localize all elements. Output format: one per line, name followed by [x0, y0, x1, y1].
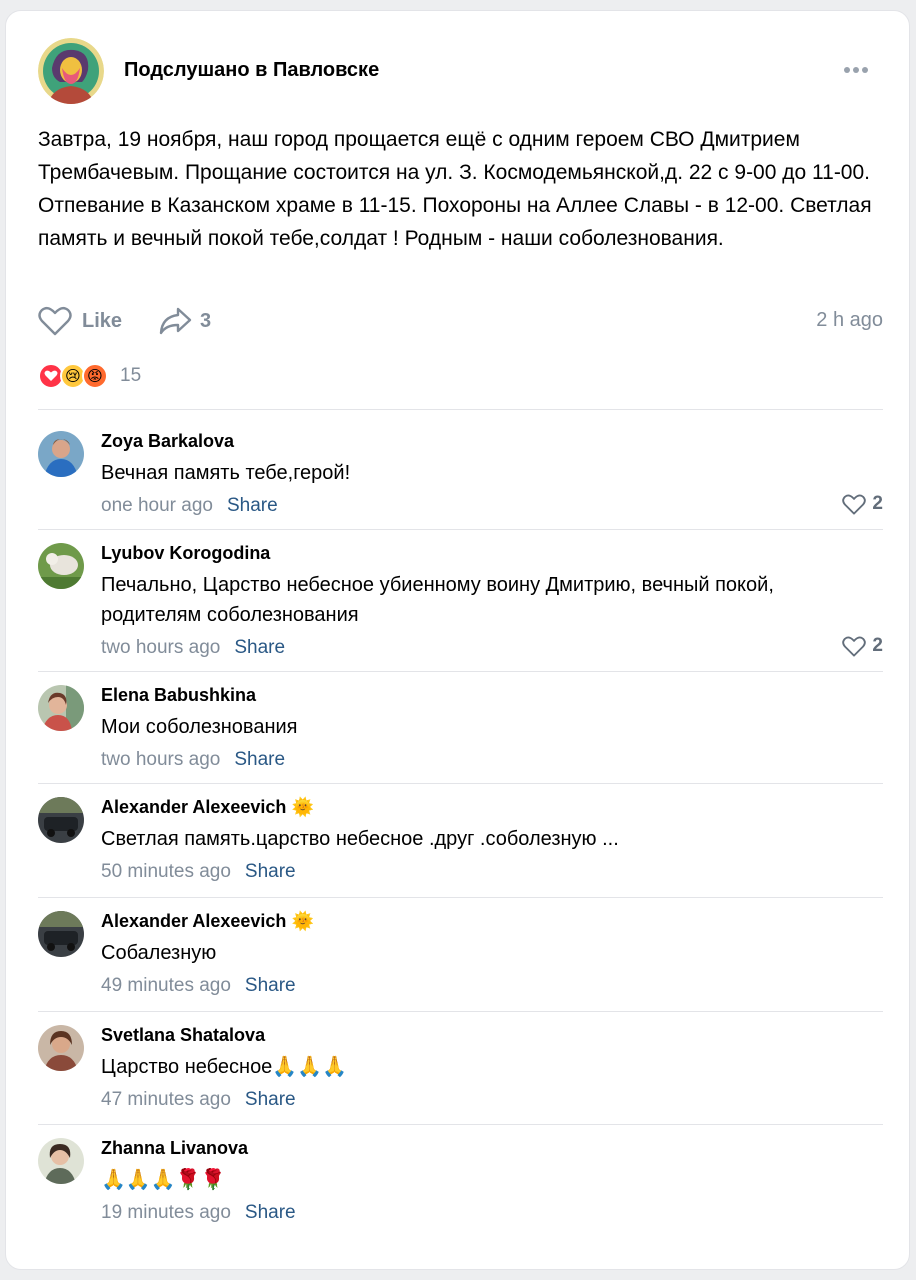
- comment-like-button[interactable]: 2: [842, 635, 883, 657]
- comment-like-count: 2: [872, 635, 883, 656]
- sun-icon: 🌞: [291, 797, 314, 817]
- divider: [38, 1124, 883, 1125]
- reaction-count: 15: [120, 365, 142, 386]
- comment-share-link[interactable]: Share: [234, 637, 285, 658]
- comment: Alexander Alexeevich 🌞 Светлая память.ца…: [38, 797, 883, 887]
- avatar[interactable]: [38, 431, 84, 477]
- comment-author[interactable]: Svetlana Shatalova: [101, 1025, 265, 1046]
- comment-text: Вечная память тебе,герой!: [101, 462, 351, 484]
- heart-outline-icon: [842, 494, 867, 515]
- comment-text: Царство небесное🙏🙏🙏: [101, 1056, 348, 1078]
- sun-icon: 🌞: [291, 911, 314, 931]
- comment-meta: two hours ago Share: [101, 637, 285, 659]
- like-label: Like: [82, 309, 123, 332]
- heart-outline-icon: [38, 306, 72, 336]
- comment-time[interactable]: one hour ago: [101, 495, 213, 516]
- comment-time[interactable]: two hours ago: [101, 749, 220, 770]
- comment-time[interactable]: 50 minutes ago: [101, 861, 231, 882]
- comment-share-link[interactable]: Share: [227, 495, 278, 516]
- comment-share-link[interactable]: Share: [245, 861, 296, 882]
- comment-like-count: 2: [872, 493, 883, 514]
- comment-time[interactable]: 19 minutes ago: [101, 1202, 231, 1223]
- avatar[interactable]: [38, 1138, 84, 1184]
- comment-share-link[interactable]: Share: [234, 749, 285, 770]
- comment-text: Собалезную: [101, 942, 217, 964]
- comment-like-button[interactable]: 2: [842, 493, 883, 515]
- divider: [38, 671, 883, 672]
- divider: [38, 1011, 883, 1012]
- comment: Zhanna Livanova 🙏🙏🙏🌹🌹 19 minutes ago Shar…: [38, 1138, 883, 1228]
- group-name[interactable]: Подслушано в Павловске: [124, 59, 379, 82]
- heart-outline-icon: [842, 636, 867, 657]
- comment: Alexander Alexeevich 🌞 Собалезную 49 min…: [38, 911, 883, 1001]
- comment-meta: one hour ago Share: [101, 495, 278, 517]
- share-arrow-icon: [159, 307, 192, 335]
- post-header: Подслушано в Павловске: [38, 38, 878, 104]
- share-button[interactable]: 3: [158, 303, 211, 339]
- comment: Zoya Barkalova Вечная память тебе,герой!…: [38, 431, 883, 521]
- comment-text: Печально, Царство небесное убиенному вои…: [101, 574, 774, 626]
- comment-text: Светлая память.царство небесное .друг .с…: [101, 828, 619, 850]
- comment-share-link[interactable]: Share: [245, 975, 296, 996]
- comment-time[interactable]: 49 minutes ago: [101, 975, 231, 996]
- avatar[interactable]: [38, 1025, 84, 1071]
- comment: Svetlana Shatalova Царство небесное🙏🙏🙏 4…: [38, 1025, 883, 1115]
- comment: Elena Babushkina Мои соболезнования two …: [38, 685, 883, 775]
- divider: [38, 409, 883, 410]
- comment-meta: two hours ago Share: [101, 749, 285, 771]
- comment-author[interactable]: Alexander Alexeevich 🌞: [101, 797, 314, 818]
- comment-meta: 50 minutes ago Share: [101, 861, 296, 883]
- more-options-icon[interactable]: [844, 60, 874, 80]
- comment-text: 🙏🙏🙏🌹🌹: [101, 1169, 226, 1191]
- comment-author[interactable]: Zoya Barkalova: [101, 431, 234, 452]
- avatar[interactable]: [38, 543, 84, 589]
- divider: [38, 897, 883, 898]
- divider: [38, 783, 883, 784]
- share-count: 3: [200, 309, 212, 332]
- comment-author[interactable]: Elena Babushkina: [101, 685, 256, 706]
- group-avatar[interactable]: [38, 38, 104, 104]
- comment-meta: 19 minutes ago Share: [101, 1202, 296, 1224]
- reactions-summary[interactable]: 😢 😡 15: [38, 361, 141, 391]
- comment-share-link[interactable]: Share: [245, 1089, 296, 1110]
- comment-time[interactable]: two hours ago: [101, 637, 220, 658]
- post-text: Завтра, 19 ноября, наш город прощается е…: [38, 128, 872, 250]
- post-actions: Like 3 2 h ago: [38, 303, 883, 343]
- comment-author[interactable]: Lyubov Korogodina: [101, 543, 270, 564]
- comment-time[interactable]: 47 minutes ago: [101, 1089, 231, 1110]
- post-card: Подслушано в Павловске Завтра, 19 ноября…: [5, 10, 910, 1270]
- comment-text: Мои соболезнования: [101, 716, 298, 738]
- avatar[interactable]: [38, 797, 84, 843]
- comment-share-link[interactable]: Share: [245, 1202, 296, 1223]
- angry-reaction-icon: 😡: [82, 363, 108, 389]
- comment-meta: 49 minutes ago Share: [101, 975, 296, 997]
- comment: Lyubov Korogodina Печально, Царство небе…: [38, 543, 883, 663]
- post-time[interactable]: 2 h ago: [816, 309, 883, 332]
- avatar[interactable]: [38, 685, 84, 731]
- like-button[interactable]: Like: [38, 303, 122, 339]
- divider: [38, 529, 883, 530]
- comment-author[interactable]: Alexander Alexeevich 🌞: [101, 911, 314, 932]
- comment-meta: 47 minutes ago Share: [101, 1089, 296, 1111]
- avatar[interactable]: [38, 911, 84, 957]
- comment-author[interactable]: Zhanna Livanova: [101, 1138, 248, 1159]
